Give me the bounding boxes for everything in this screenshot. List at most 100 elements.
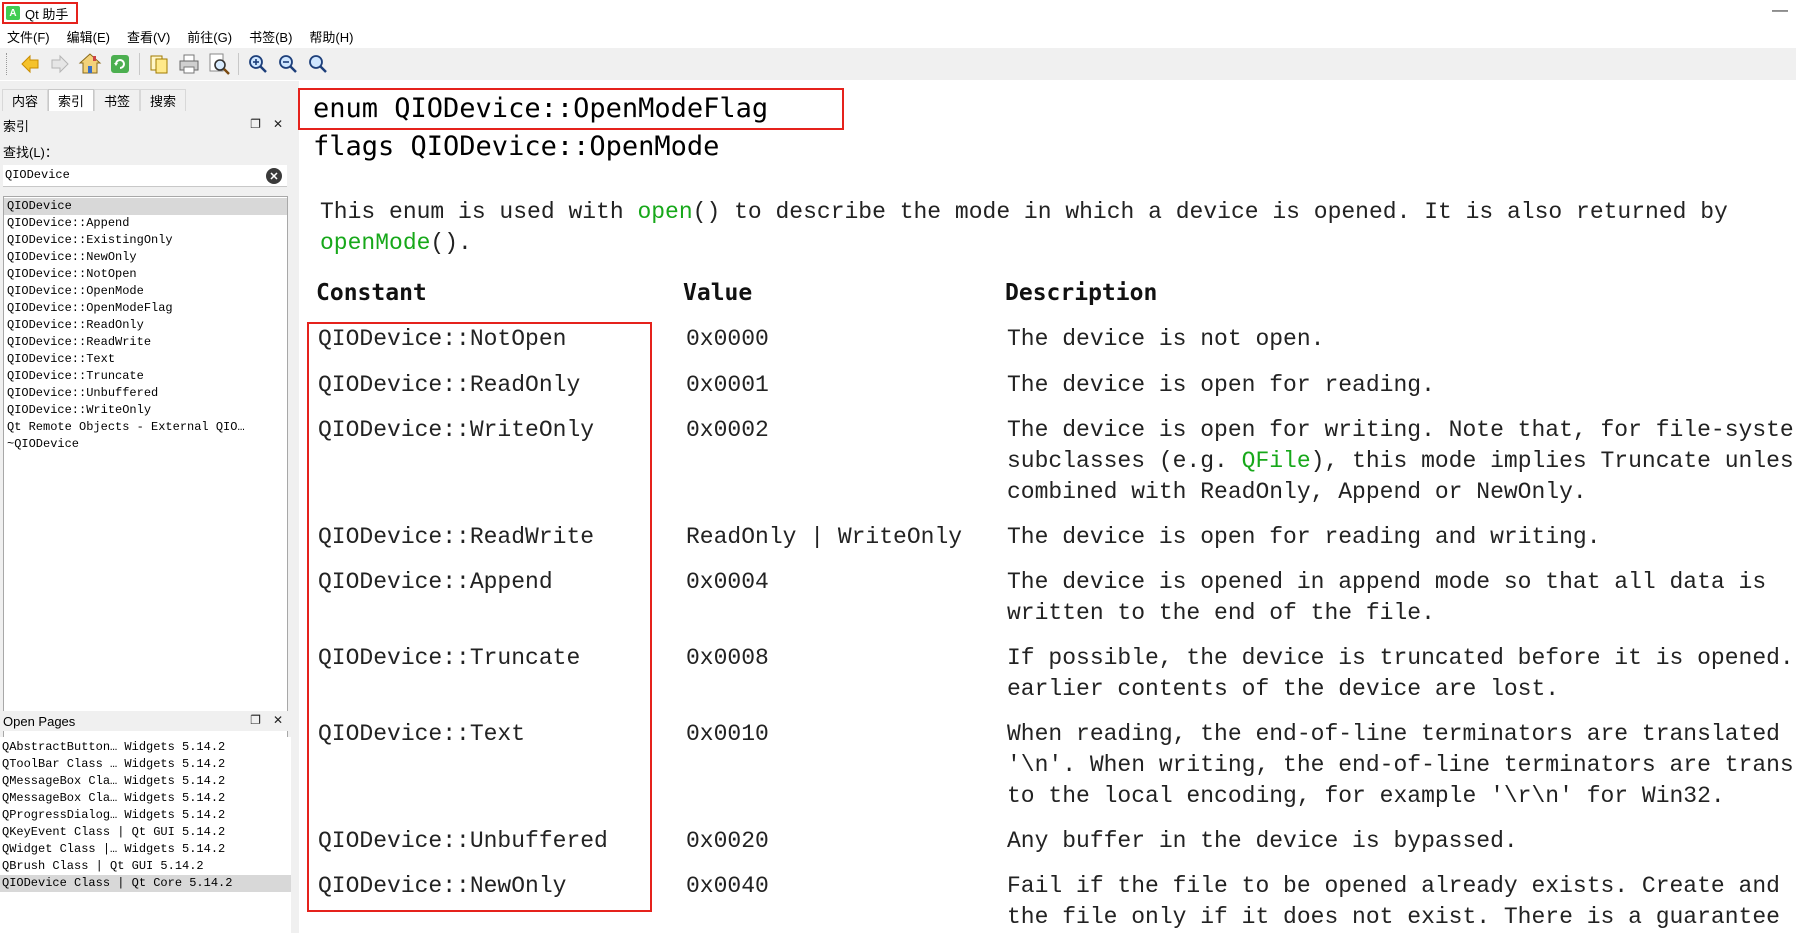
open-page-item[interactable]: QKeyEvent Class | Qt GUI 5.14.2 (0, 824, 291, 841)
description-cell: The device is open for reading. (1007, 372, 1435, 398)
column-header-constant: Constant (316, 280, 427, 306)
index-item[interactable]: QIODevice::WriteOnly (4, 402, 287, 419)
description-cell: The device is open for reading and writi… (1007, 524, 1601, 550)
index-item[interactable]: QIODevice::ExistingOnly (4, 232, 287, 249)
float-icon[interactable]: ❐ (250, 713, 261, 727)
clear-icon[interactable]: ✕ (266, 168, 282, 184)
index-item[interactable]: QIODevice (4, 198, 287, 215)
openmode-link[interactable]: openMode (320, 230, 430, 256)
description-line: written to the end of the file. (1007, 600, 1435, 626)
home-icon[interactable] (75, 50, 105, 78)
value-cell: 0x0040 (686, 873, 769, 899)
index-item[interactable]: QIODevice::Truncate (4, 368, 287, 385)
open-page-item[interactable]: QMessageBox Cla… Widgets 5.14.2 (0, 790, 291, 807)
tab-bookmarks[interactable]: 书签 (94, 89, 140, 111)
value-cell: ReadOnly | WriteOnly (686, 524, 963, 550)
description-cell: If possible, the device is truncated bef… (1007, 643, 1796, 705)
index-item[interactable]: ~QIODevice (4, 436, 287, 453)
panel-splitter[interactable] (291, 81, 299, 933)
index-item[interactable]: QIODevice::Text (4, 351, 287, 368)
description-cell: The device is open for writing. Note tha… (1007, 415, 1796, 508)
value-cell: 0x0001 (686, 372, 769, 398)
enum-title: enum QIODevice::OpenModeFlag (313, 93, 769, 124)
open-link[interactable]: open (637, 199, 692, 225)
open-page-item[interactable]: QAbstractButton… Widgets 5.14.2 (0, 739, 291, 756)
index-item[interactable]: QIODevice::OpenMode (4, 283, 287, 300)
index-item[interactable]: QIODevice::ReadOnly (4, 317, 287, 334)
title-bar: A Qt 助手 — (0, 0, 1796, 25)
description-line: subclasses (e.g. (1007, 448, 1242, 474)
window-title: Qt 助手 (25, 6, 69, 22)
constant-cell: QIODevice::ReadOnly (318, 372, 581, 398)
zoom-out-icon[interactable] (273, 50, 303, 78)
zoom-in-icon[interactable] (243, 50, 273, 78)
index-item[interactable]: QIODevice::OpenModeFlag (4, 300, 287, 317)
constant-cell: QIODevice::Append (318, 569, 553, 595)
enum-description: This enum is used with open() to describ… (320, 197, 1780, 259)
index-item[interactable]: Qt Remote Objects - External QIO… (4, 419, 287, 436)
value-cell: 0x0000 (686, 326, 769, 352)
description-line: the file only if it does not exist. Ther… (1007, 904, 1780, 930)
description-line: earlier contents of the device are lost. (1007, 676, 1560, 702)
index-item[interactable]: QIODevice::ReadWrite (4, 334, 287, 351)
sync-icon[interactable] (105, 50, 135, 78)
close-icon[interactable]: ✕ (273, 713, 283, 727)
tab-search[interactable]: 搜索 (140, 89, 186, 111)
menu-file[interactable]: 文件(F) (7, 27, 50, 46)
qfile-link[interactable]: QFile (1242, 448, 1311, 474)
column-header-description: Description (1005, 280, 1158, 306)
menu-go[interactable]: 前往(G) (187, 27, 232, 46)
description-cell: The device is not open. (1007, 326, 1325, 352)
print-icon[interactable] (174, 50, 204, 78)
description-cell: Any buffer in the device is bypassed. (1007, 828, 1518, 854)
description-line: combined with ReadOnly, Append or NewOnl… (1007, 479, 1587, 505)
menu-help[interactable]: 帮助(H) (309, 27, 353, 46)
toolbar-grip[interactable] (6, 53, 9, 75)
open-pages-list: QAbstractButton… Widgets 5.14.2 QToolBar… (0, 737, 291, 933)
float-icon[interactable]: ❐ (250, 117, 261, 131)
column-header-value: Value (683, 280, 753, 306)
open-page-item[interactable]: QWidget Class |… Widgets 5.14.2 (0, 841, 291, 858)
search-input[interactable] (5, 168, 255, 182)
toolbar-separator (238, 53, 239, 75)
open-page-item[interactable]: QBrush Class | Qt GUI 5.14.2 (0, 858, 291, 875)
menu-view[interactable]: 查看(V) (127, 27, 170, 46)
value-cell: 0x0004 (686, 569, 769, 595)
menu-bookmarks[interactable]: 书签(B) (249, 27, 292, 46)
constant-cell: QIODevice::ReadWrite (318, 524, 595, 550)
close-icon[interactable]: ✕ (273, 117, 283, 131)
constant-cell: QIODevice::NotOpen (318, 326, 567, 352)
sidebar: 内容 索引 书签 搜索 索引 ❐ ✕ 查找(L)： ✕ QIODevice QI… (0, 81, 291, 933)
index-item[interactable]: QIODevice::NewOnly (4, 249, 287, 266)
open-page-item[interactable]: QToolBar Class … Widgets 5.14.2 (0, 756, 291, 773)
description-cell: Fail if the file to be opened already ex… (1007, 871, 1796, 933)
copy-icon[interactable] (144, 50, 174, 78)
minimize-button[interactable]: — (1772, 2, 1788, 20)
open-page-item[interactable]: QMessageBox Cla… Widgets 5.14.2 (0, 773, 291, 790)
zoom-reset-icon[interactable] (303, 50, 333, 78)
index-item[interactable]: QIODevice::Unbuffered (4, 385, 287, 402)
index-item[interactable]: QIODevice::NotOpen (4, 266, 287, 283)
back-icon[interactable] (15, 50, 45, 78)
toolbar-separator (139, 53, 140, 75)
description-line: When reading, the end-of-line terminator… (1007, 721, 1780, 747)
tab-contents[interactable]: 内容 (2, 89, 48, 111)
find-icon[interactable] (204, 50, 234, 78)
value-cell: 0x0010 (686, 721, 769, 747)
description-line: to the local encoding, for example '\r\n… (1007, 783, 1725, 809)
toolbar (0, 48, 1796, 80)
index-panel-header: 索引 ❐ ✕ (0, 115, 291, 135)
description-cell: When reading, the end-of-line terminator… (1007, 719, 1796, 812)
description-line: If possible, the device is truncated bef… (1007, 645, 1794, 671)
value-cell: 0x0008 (686, 645, 769, 671)
open-page-item[interactable]: QIODevice Class | Qt Core 5.14.2 (0, 875, 291, 892)
open-page-item[interactable]: QProgressDialog… Widgets 5.14.2 (0, 807, 291, 824)
flags-title: flags QIODevice::OpenMode (313, 131, 720, 162)
constant-cell: QIODevice::Truncate (318, 645, 581, 671)
forward-icon[interactable] (45, 50, 75, 78)
search-field[interactable]: ✕ (3, 165, 287, 187)
tab-index[interactable]: 索引 (48, 89, 94, 111)
sidebar-tabs: 内容 索引 书签 搜索 (2, 89, 186, 111)
menu-edit[interactable]: 编辑(E) (67, 27, 110, 46)
index-item[interactable]: QIODevice::Append (4, 215, 287, 232)
